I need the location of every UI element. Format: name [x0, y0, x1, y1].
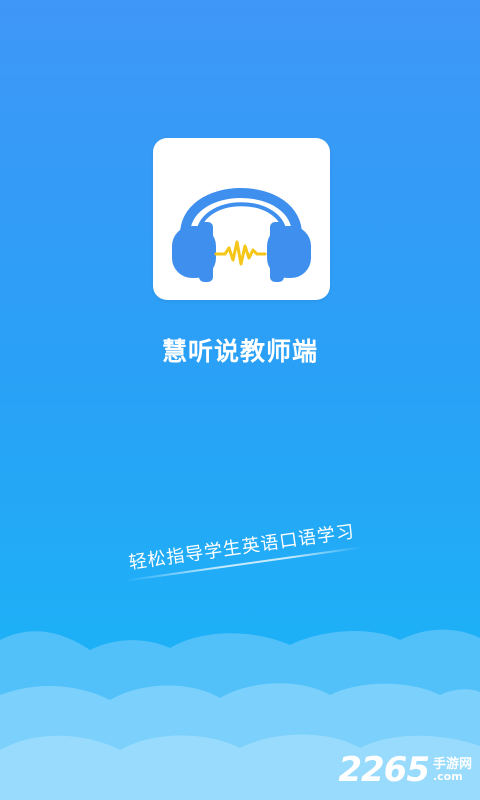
tagline-group: 轻松指导学生英语口语学习 [116, 514, 371, 598]
watermark-number: 2265 [338, 750, 430, 790]
splash-screen: 慧听说教师端 轻松指导学生英语口语学习 2265 手游网 .com [0, 0, 480, 800]
app-title: 慧听说教师端 [161, 337, 318, 366]
app-logo [153, 138, 330, 300]
watermark-site-en: .com [432, 770, 463, 783]
tagline-text: 轻松指导学生英语口语学习 [127, 521, 357, 574]
watermark-site: 手游网 .com [433, 758, 472, 782]
site-watermark: 2265 手游网 .com [338, 750, 472, 790]
